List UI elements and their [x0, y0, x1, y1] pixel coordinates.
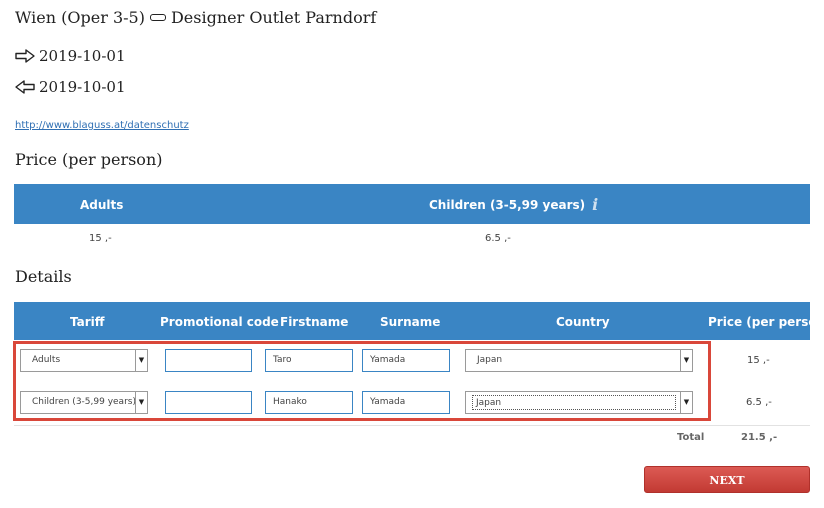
route-title: Wien (Oper 3-5) Designer Outlet Parndorf — [15, 8, 376, 27]
dropdown-caret-icon[interactable]: ▼ — [680, 350, 692, 371]
promo-code-input[interactable] — [165, 391, 252, 414]
total-value: 21.5 ,- — [741, 432, 778, 443]
tariff-select[interactable]: Children (3-5,99 years) ▼ — [20, 391, 148, 414]
details-section-title: Details — [15, 267, 72, 286]
country-select-value: Japan — [472, 395, 676, 410]
info-icon[interactable]: i — [592, 197, 598, 213]
return-date: 2019-10-01 — [39, 78, 126, 96]
arrow-left-icon — [15, 80, 35, 94]
price-table-header: Adults Children (3-5,99 years) i — [14, 184, 810, 224]
header-promo: Promotional code — [160, 315, 279, 329]
arrow-right-icon — [15, 49, 35, 63]
outbound-date-row: 2019-10-01 — [15, 47, 125, 65]
surname-input[interactable]: Yamada — [362, 349, 450, 372]
dropdown-caret-icon[interactable]: ▼ — [680, 392, 692, 413]
price-section-title: Price (per person) — [15, 150, 163, 169]
route-from: Wien (Oper 3-5) — [15, 8, 145, 27]
country-select[interactable]: Japan ▼ — [465, 349, 693, 372]
row-price: 15 ,- — [747, 355, 770, 366]
total-divider — [14, 425, 810, 426]
country-select-value: Japan — [477, 355, 503, 365]
header-firstname: Firstname — [280, 315, 349, 329]
price-value-children: 6.5 ,- — [485, 233, 511, 244]
price-value-adults: 15 ,- — [89, 233, 112, 244]
connector-icon — [149, 14, 166, 21]
dropdown-caret-icon[interactable]: ▼ — [135, 392, 147, 413]
details-table-header: Tariff Promotional code Firstname Surnam… — [14, 302, 824, 340]
header-surname: Surname — [380, 315, 441, 329]
row-price: 6.5 ,- — [746, 397, 772, 408]
price-header-children: Children (3-5,99 years) — [429, 198, 586, 212]
route-to: Designer Outlet Parndorf — [170, 8, 377, 27]
price-header-children-cell: Children (3-5,99 years) i — [429, 197, 598, 213]
dropdown-caret-icon[interactable]: ▼ — [135, 350, 147, 371]
tariff-select[interactable]: Adults ▼ — [20, 349, 148, 372]
header-tariff: Tariff — [70, 315, 105, 329]
privacy-link[interactable]: http://www.blaguss.at/datenschutz — [15, 120, 189, 131]
header-country: Country — [556, 315, 610, 329]
firstname-input[interactable]: Taro — [265, 349, 353, 372]
next-button[interactable]: NEXT — [644, 466, 810, 493]
total-label: Total — [677, 432, 705, 443]
firstname-input[interactable]: Hanako — [265, 391, 353, 414]
surname-input[interactable]: Yamada — [362, 391, 450, 414]
header-price: Price (per person) — [708, 315, 824, 329]
country-select[interactable]: Japan ▼ — [465, 391, 693, 414]
price-header-adults: Adults — [80, 198, 124, 212]
promo-code-input[interactable] — [165, 349, 252, 372]
return-date-row: 2019-10-01 — [15, 78, 125, 96]
tariff-select-value: Children (3-5,99 years) — [32, 397, 136, 407]
tariff-select-value: Adults — [32, 355, 61, 365]
outbound-date: 2019-10-01 — [39, 47, 126, 65]
